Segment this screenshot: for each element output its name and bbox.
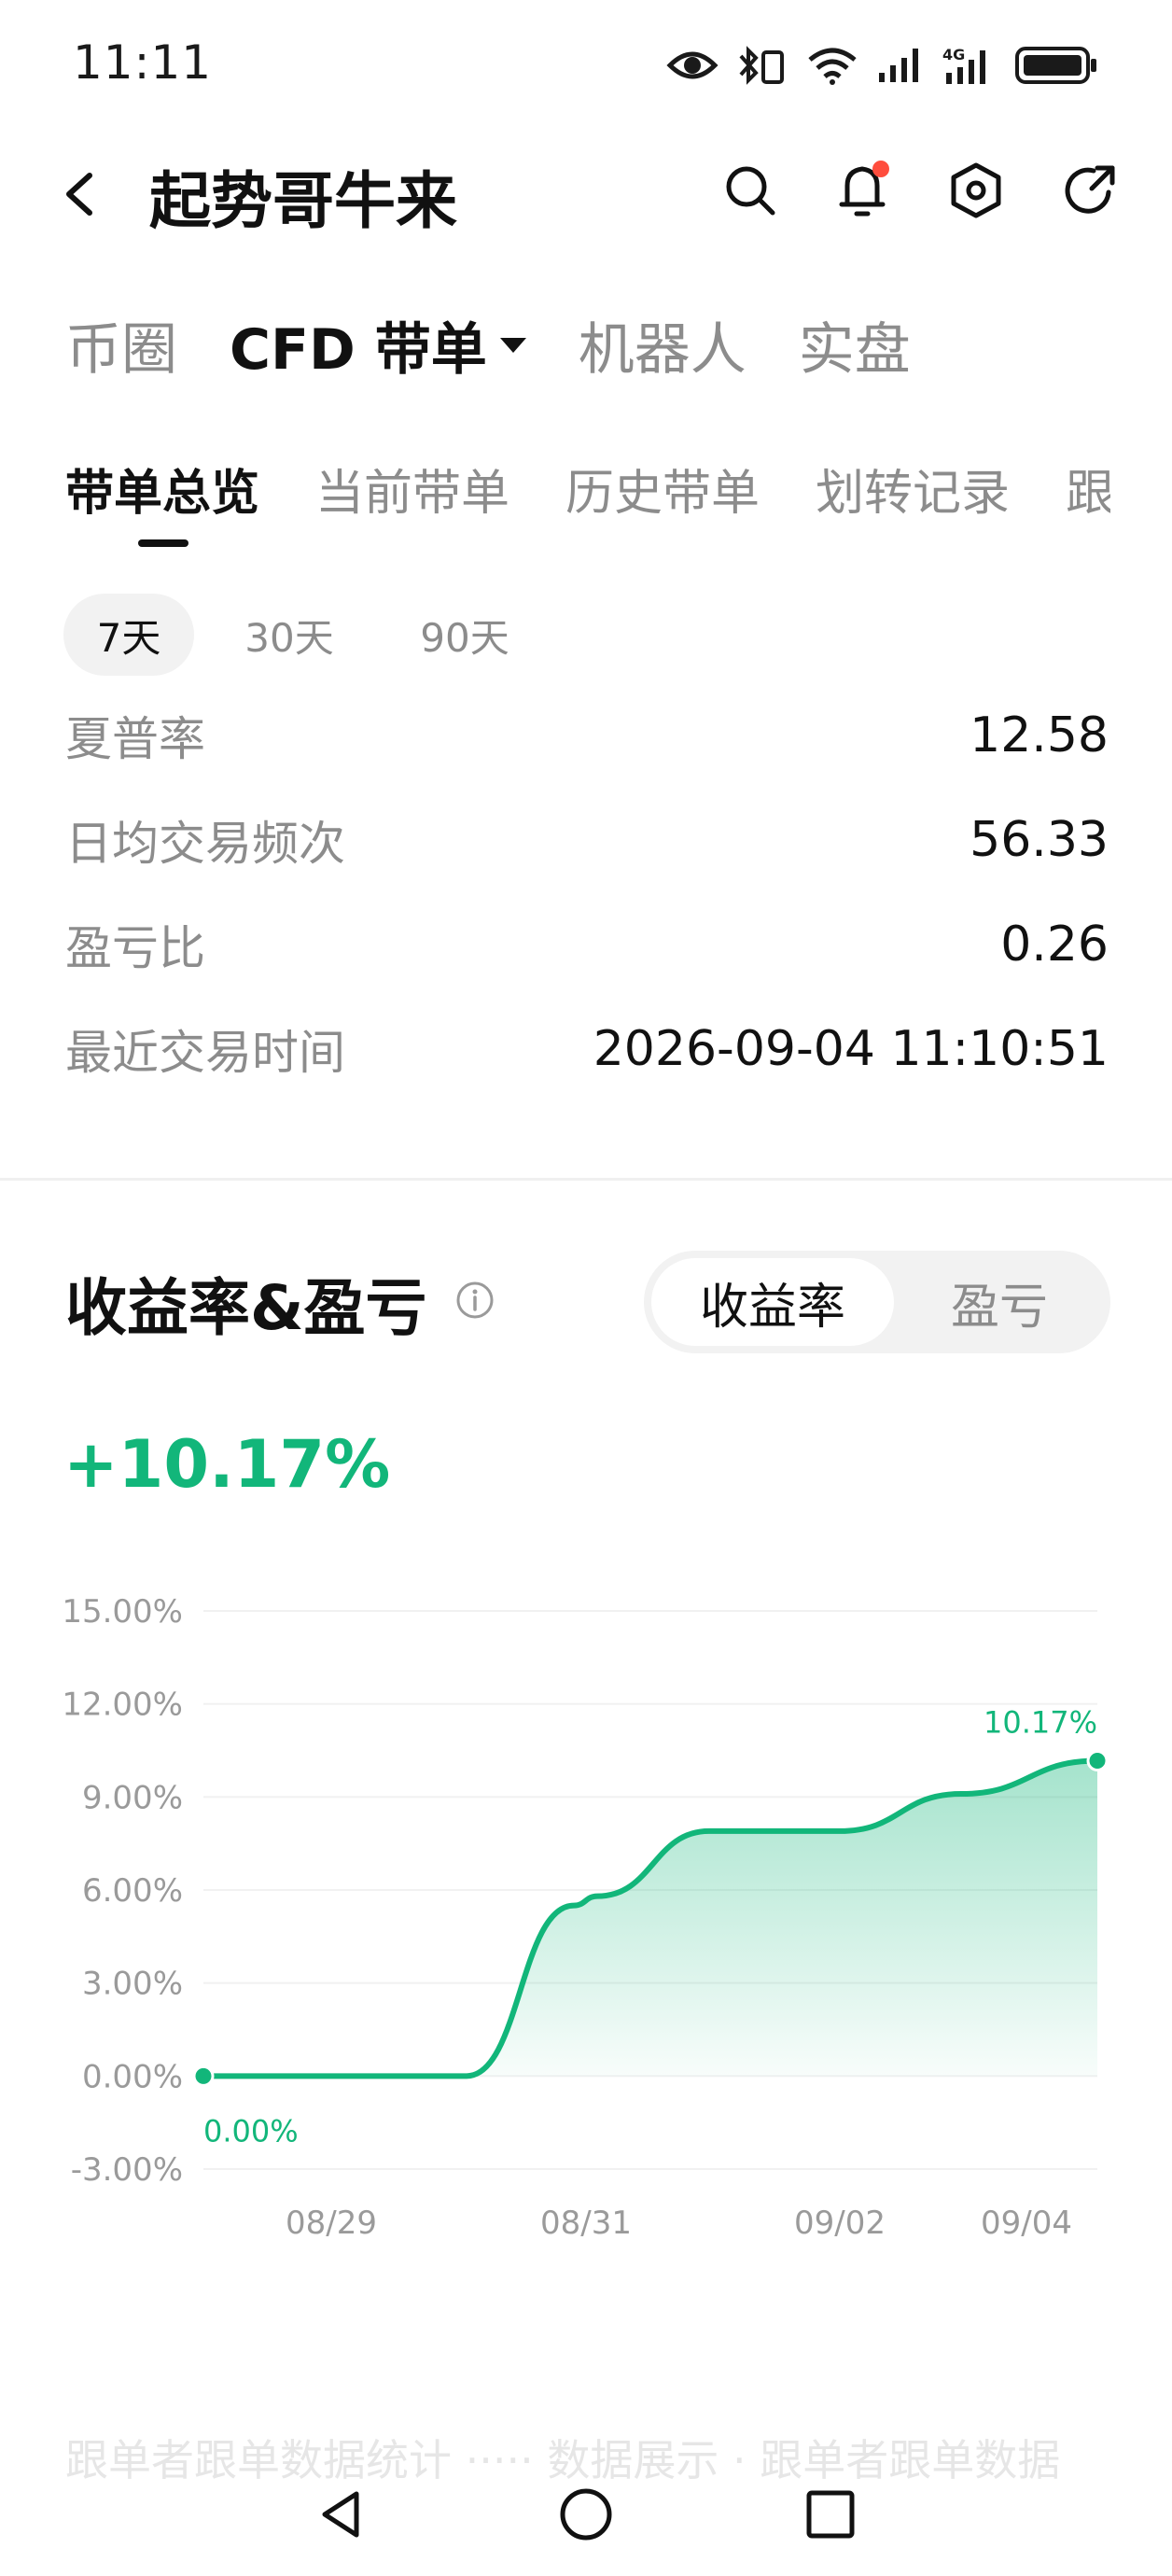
- toggle-profit-loss[interactable]: 盈亏: [896, 1258, 1103, 1346]
- nav-recents-button[interactable]: [793, 2477, 868, 2552]
- tab-label: 机器人: [578, 317, 746, 383]
- wifi-icon: [808, 48, 857, 85]
- search-button[interactable]: [719, 159, 782, 222]
- nav-back-button[interactable]: [304, 2477, 379, 2552]
- caret-down-icon: [499, 337, 526, 353]
- search-icon: [726, 166, 775, 216]
- y-tick-label: -3.00%: [71, 2151, 183, 2189]
- x-tick-label: 09/02: [794, 2205, 886, 2242]
- section-divider: [0, 1178, 1172, 1181]
- subtab-followers[interactable]: 跟: [1066, 454, 1110, 524]
- stat-label-daily-trades: 日均交易频次: [65, 817, 345, 871]
- range-7d[interactable]: 7天: [63, 594, 194, 676]
- headline-return: +10.17%: [63, 1426, 391, 1503]
- sub-tabs: 带单总览 当前带单 历史带单 划转记录 跟: [65, 454, 1110, 524]
- active-tab-indicator: [138, 539, 188, 547]
- bell-icon: [839, 161, 889, 217]
- bluetooth-icon: [739, 46, 784, 85]
- eye-icon: [666, 51, 719, 79]
- back-button[interactable]: [58, 168, 103, 220]
- stat-value-last-trade: 2026-09-04 11:10:51: [593, 1021, 1109, 1077]
- recents-nav-icon: [806, 2490, 855, 2539]
- end-point[interactable]: [1086, 1749, 1109, 1771]
- return-area: [203, 1760, 1097, 2077]
- toggle-return-rate[interactable]: 收益率: [651, 1258, 894, 1346]
- tab-cfd-copy-trading[interactable]: CFD 带单: [230, 304, 526, 385]
- back-nav-icon: [322, 2491, 359, 2538]
- start-point[interactable]: [192, 2065, 215, 2087]
- subtab-history[interactable]: 历史带单: [565, 454, 760, 524]
- stat-label-sharpe: 夏普率: [65, 712, 205, 766]
- section-title: 收益率&盈亏: [65, 1272, 427, 1344]
- end-point-label: 10.17%: [984, 1704, 1097, 1740]
- stat-label-pl-ratio: 盈亏比: [65, 921, 205, 975]
- y-tick-label: 3.00%: [82, 1966, 183, 2003]
- info-button[interactable]: [455, 1281, 495, 1320]
- tab-label: 币圈: [65, 317, 177, 383]
- y-tick-label: 0.00%: [82, 2058, 183, 2095]
- svg-text:4G: 4G: [942, 46, 965, 63]
- top-tabs: 币圈 CFD 带单 机器人 实盘: [65, 304, 911, 385]
- subtab-current[interactable]: 当前带单: [315, 454, 509, 524]
- info-icon: [456, 1281, 494, 1319]
- x-tick-label: 09/04: [981, 2205, 1072, 2242]
- return-chart: 15.00% 12.00% 9.00% 6.00% 3.00% 0.00% -3.00% 08…: [62, 1593, 1109, 2242]
- status-icons: 4G: [666, 41, 1099, 90]
- signal-icon: [879, 49, 918, 82]
- y-tick-label: 6.00%: [82, 1872, 183, 1910]
- settings-button[interactable]: [944, 159, 1008, 222]
- x-tick-label: 08/31: [540, 2205, 632, 2242]
- tab-label: 实盘: [798, 317, 911, 383]
- start-point-label: 0.00%: [203, 2113, 299, 2149]
- home-nav-icon: [560, 2488, 612, 2541]
- tab-crypto[interactable]: 币圈: [65, 304, 177, 385]
- x-tick-label: 08/29: [286, 2205, 377, 2242]
- back-icon: [66, 173, 92, 216]
- notifications-button[interactable]: [832, 159, 896, 222]
- stat-value-daily-trades: 56.33: [970, 812, 1109, 868]
- y-tick-label: 12.00%: [62, 1687, 183, 1724]
- share-button[interactable]: [1058, 159, 1122, 222]
- tab-label: CFD 带单: [230, 317, 487, 383]
- page-title: 起势哥牛来: [149, 165, 457, 237]
- range-30d[interactable]: 30天: [224, 594, 355, 676]
- stat-value-pl-ratio: 0.26: [1000, 917, 1109, 973]
- tab-live[interactable]: 实盘: [799, 304, 911, 385]
- range-90d[interactable]: 90天: [399, 594, 530, 676]
- subtab-overview[interactable]: 带单总览: [65, 454, 259, 524]
- nav-home-button[interactable]: [549, 2477, 623, 2552]
- share-icon: [1065, 165, 1115, 214]
- signal-4g-icon: 4G: [942, 46, 985, 84]
- metric-toggle: 收益率 盈亏: [644, 1251, 1110, 1353]
- subtab-transfers[interactable]: 划转记录: [816, 454, 1010, 524]
- status-time: 11:11: [73, 35, 213, 90]
- battery-icon: [1015, 47, 1096, 84]
- settings-icon: [951, 162, 1001, 218]
- stat-value-sharpe: 12.58: [970, 707, 1109, 763]
- tab-bots[interactable]: 机器人: [579, 304, 746, 385]
- y-tick-label: 9.00%: [82, 1779, 183, 1816]
- y-tick-label: 15.00%: [62, 1593, 183, 1631]
- stat-label-last-trade: 最近交易时间: [65, 1026, 345, 1080]
